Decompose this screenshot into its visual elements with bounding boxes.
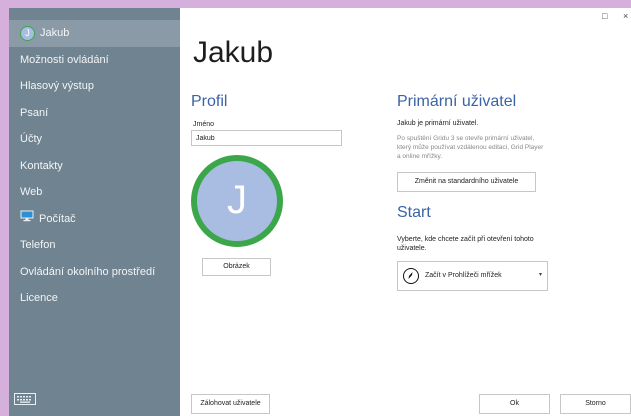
sidebar-item-label: Web [20,186,43,198]
chevron-down-icon: ▾ [538,272,542,278]
sidebar-item-label: Jakub [40,27,70,39]
primary-user-heading: Primární uživatel [397,93,517,110]
page-title: Jakub [193,36,274,69]
sidebar-item-access-methods[interactable]: Možnosti ovládání [9,47,180,74]
computer-icon [20,206,34,233]
ok-button[interactable]: Ok [479,394,550,414]
profile-avatar: J [191,155,283,247]
name-input[interactable] [191,130,342,146]
profile-heading: Profil [191,93,228,110]
maximize-icon[interactable]: □ [602,11,607,21]
change-to-standard-user-button[interactable]: Změnit na standardního uživatele [397,172,536,192]
sidebar-item-label: Počítač [39,212,76,225]
sidebar-item-computer[interactable]: Počítač [9,206,180,233]
sidebar-item-phone[interactable]: Telefon [9,232,180,259]
sidebar: J Jakub Možnosti ovládání Hlasový výstup … [9,8,180,416]
picture-button[interactable]: Obrázek [202,258,271,276]
user-settings-window: J Jakub Možnosti ovládání Hlasový výstup … [9,8,631,416]
primary-user-description: Po spuštění Gridu 3 se otevře primární u… [397,135,544,160]
sidebar-item-web[interactable]: Web [9,179,180,206]
user-avatar-icon: J [20,25,35,41]
start-location-selected: Začít v Prohlížeči mřížek [425,272,502,279]
sidebar-item-label: Možnosti ovládání [20,53,109,66]
cancel-button[interactable]: Storno [560,394,631,414]
close-icon[interactable]: × [623,11,628,21]
sidebar-item-label: Kontakty [20,159,63,172]
sidebar-item-user[interactable]: J Jakub [9,20,180,47]
name-label: Jméno [193,121,215,128]
sidebar-item-writing[interactable]: Psaní [9,100,180,127]
sidebar-item-label: Hlasový výstup [20,80,94,92]
backup-user-button[interactable]: Zálohovat uživatele [191,394,270,414]
sidebar-item-label: Ovládání okolního prostředí [20,265,156,278]
start-heading: Start [397,204,431,221]
compass-icon [403,268,419,284]
primary-user-status: Jakub je primární uživatel. [397,120,479,127]
sidebar-item-environment-control[interactable]: Ovládání okolního prostředí [9,259,180,286]
sidebar-item-label: Licence [20,292,58,304]
sidebar-item-label: Účty [20,133,42,145]
sidebar-item-speech[interactable]: Hlasový výstup [9,73,180,100]
sidebar-item-accounts[interactable]: Účty [9,126,180,153]
sidebar-item-label: Psaní [20,106,49,119]
keyboard-icon[interactable] [14,392,36,410]
sidebar-item-label: Telefon [20,239,56,251]
sidebar-item-contacts[interactable]: Kontakty [9,153,180,180]
start-instruction: Vyberte, kde chcete začít při otevření t… [397,236,534,252]
start-location-select[interactable]: Začít v Prohlížeči mřížek ▾ [397,261,548,291]
main-panel: □ × Jakub Profil Jméno J Obrázek Primárn… [180,8,631,416]
sidebar-item-license[interactable]: Licence [9,285,180,312]
